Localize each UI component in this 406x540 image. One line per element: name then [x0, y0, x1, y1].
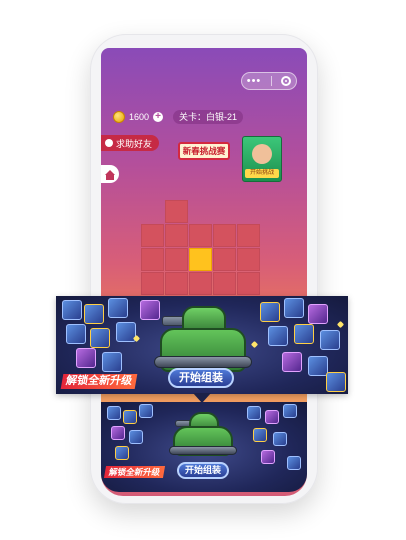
home-icon-base — [106, 175, 114, 180]
upgrade-promo-preview[interactable]: 开始组装 解锁全新升级 — [101, 402, 307, 492]
sparkle — [336, 320, 345, 329]
robot-card — [76, 348, 96, 368]
help-friend-label: 求助好友 — [116, 138, 153, 149]
robot-card — [320, 330, 340, 350]
capsule-divider — [270, 76, 272, 86]
robot-card — [268, 326, 288, 346]
robot-card — [265, 410, 279, 424]
grid-cell[interactable] — [237, 224, 260, 247]
coin-count: 1600 — [129, 112, 150, 122]
robot-card — [115, 446, 129, 460]
hand-icon — [252, 144, 272, 164]
robot-card — [123, 410, 137, 424]
upgrade-caption-preview: 解锁全新升级 — [103, 466, 166, 478]
target-icon[interactable] — [281, 76, 292, 86]
robot-card — [326, 372, 346, 392]
level-indicator: 关卡：白银-21 — [173, 110, 244, 124]
help-friend-button[interactable]: 求助好友 — [101, 135, 159, 151]
sparkle — [250, 340, 259, 349]
tank-track — [154, 356, 252, 368]
grid-cell[interactable] — [165, 200, 188, 223]
start-assemble-button[interactable]: 开始组装 — [168, 368, 234, 388]
home-button[interactable] — [101, 165, 119, 183]
grid-cell[interactable] — [237, 272, 260, 295]
mini-program-capsule[interactable]: ••• — [241, 72, 297, 90]
grid-cell-selected[interactable] — [189, 248, 212, 271]
challenge-card-label: 开始挑战 — [245, 169, 279, 178]
grid-cell[interactable] — [165, 248, 188, 271]
grid-cell[interactable] — [213, 224, 236, 247]
coin-icon — [113, 111, 125, 123]
start-assemble-button-preview[interactable]: 开始组装 — [177, 462, 229, 479]
friend-icon — [105, 139, 113, 147]
grid-cell[interactable] — [237, 248, 260, 271]
capsule-dots-icon[interactable]: ••• — [247, 76, 262, 87]
robot-card — [107, 406, 121, 420]
grid-cell[interactable] — [165, 272, 188, 295]
robot-card — [66, 324, 86, 344]
robot-card — [253, 428, 267, 442]
upgrade-promo-banner[interactable]: 开始组装 解锁全新升级 — [56, 296, 348, 394]
tank-track — [169, 446, 237, 455]
grid-cell[interactable] — [141, 272, 164, 295]
upgrade-caption: 解锁全新升级 — [60, 374, 138, 389]
grid-cell[interactable] — [213, 248, 236, 271]
robot-card — [140, 300, 160, 320]
robot-card — [139, 404, 153, 418]
robot-card — [284, 298, 304, 318]
robot-card — [62, 300, 82, 320]
robot-card — [273, 432, 287, 446]
robot-card — [261, 450, 275, 464]
robot-card — [260, 302, 280, 322]
robot-card — [308, 356, 328, 376]
robot-card — [247, 406, 261, 420]
robot-card — [129, 430, 143, 444]
challenge-card[interactable]: 开始挑战 — [242, 136, 282, 182]
grid-cell[interactable] — [213, 272, 236, 295]
robot-card — [283, 404, 297, 418]
newbie-battle-button[interactable]: 新春挑战赛 — [178, 142, 230, 160]
robot-card — [282, 352, 302, 372]
robot-card — [294, 324, 314, 344]
robot-card — [84, 304, 104, 324]
robot-card — [90, 328, 110, 348]
grid-cell[interactable] — [165, 224, 188, 247]
robot-card — [308, 304, 328, 324]
plus-icon[interactable]: + — [153, 112, 164, 122]
robot-card — [111, 426, 125, 440]
grid-cell[interactable] — [189, 224, 212, 247]
robot-card — [102, 352, 122, 372]
robot-card — [287, 456, 301, 470]
robot-card — [108, 298, 128, 318]
grid-cell[interactable] — [141, 248, 164, 271]
coin-balance: 1600 + — [113, 111, 164, 123]
grid-cell[interactable] — [189, 272, 212, 295]
grid-cell[interactable] — [141, 224, 164, 247]
